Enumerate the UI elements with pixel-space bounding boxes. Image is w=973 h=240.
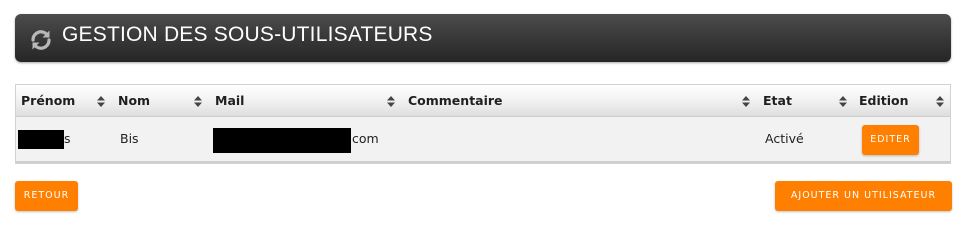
refresh-icon: [31, 30, 51, 50]
column-header-label: Etat: [763, 93, 792, 108]
edit-button[interactable]: EDITER: [862, 125, 919, 155]
column-header-commentaire[interactable]: Commentaire: [408, 85, 503, 116]
table-row: s Bis com Activé EDITER: [16, 117, 950, 163]
column-header-etat[interactable]: Etat: [763, 85, 792, 116]
sort-icon[interactable]: [387, 96, 395, 107]
sort-icon[interactable]: [839, 96, 847, 107]
cell-prenom: s: [64, 131, 71, 146]
sort-icon[interactable]: [742, 96, 750, 107]
cell-etat: Activé: [765, 131, 804, 146]
sort-icon[interactable]: [97, 96, 105, 107]
redacted-block: [18, 130, 64, 149]
cell-nom: Bis: [120, 131, 139, 146]
column-header-edition[interactable]: Edition: [859, 85, 909, 116]
back-button[interactable]: RETOUR: [15, 181, 78, 211]
redacted-block: [213, 128, 351, 153]
column-header-nom[interactable]: Nom: [118, 85, 150, 116]
sort-icon[interactable]: [936, 96, 944, 107]
table-header: Prénom Nom Mail Commentaire Etat Edition: [16, 85, 950, 117]
page-title: GESTION DES SOUS-UTILISATEURS: [62, 23, 433, 46]
page-header: GESTION DES SOUS-UTILISATEURS: [15, 14, 951, 62]
column-header-label: Mail: [215, 93, 245, 108]
cell-mail: com: [352, 131, 379, 146]
column-header-label: Edition: [859, 93, 909, 108]
column-header-mail[interactable]: Mail: [215, 85, 244, 116]
users-table: Prénom Nom Mail Commentaire Etat Edition…: [15, 84, 951, 164]
column-header-label: Nom: [118, 93, 151, 108]
column-header-prenom[interactable]: Prénom: [21, 85, 75, 116]
column-header-label: Commentaire: [408, 93, 503, 108]
add-user-button[interactable]: AJOUTER UN UTILISATEUR: [775, 181, 952, 211]
column-header-label: Prénom: [21, 93, 76, 108]
sort-icon[interactable]: [194, 96, 202, 107]
